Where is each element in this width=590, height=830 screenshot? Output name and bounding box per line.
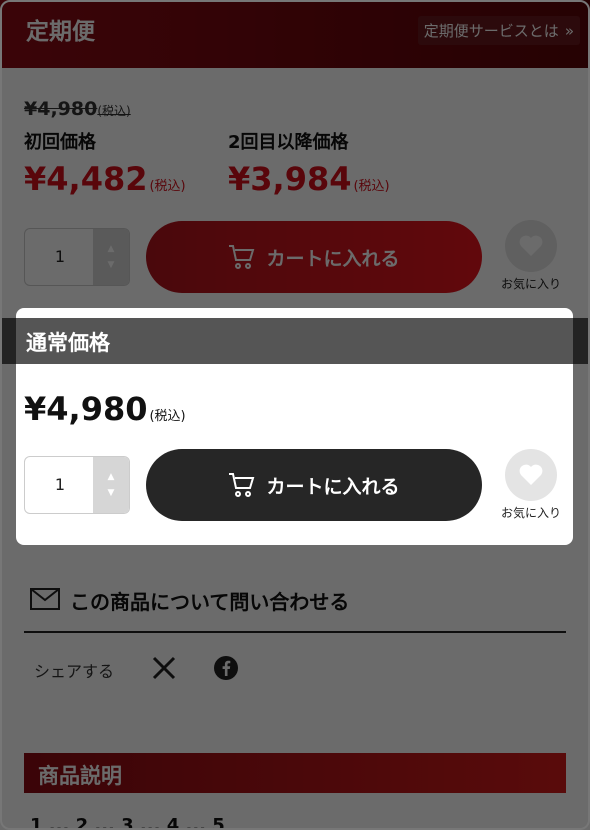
subscription-favorite-button[interactable]: お気に入り	[491, 220, 571, 292]
subscription-quantity-value[interactable]: 1	[25, 229, 95, 285]
subscription-add-to-cart-label: カートに入れる	[266, 247, 400, 270]
description-title: 商品説明	[38, 764, 122, 788]
normal-quantity-stepper[interactable]: 1 ▲ ▼	[24, 456, 130, 514]
first-price-label: 初回価格	[24, 132, 96, 153]
spin-up-icon[interactable]: ▲	[108, 244, 115, 254]
cart-icon	[228, 244, 256, 270]
repeat-price-value: ¥3,984	[228, 160, 352, 198]
spin-up-icon[interactable]: ▲	[108, 472, 115, 482]
normal-price-tax: (税込)	[149, 409, 186, 424]
cart-icon	[228, 472, 256, 498]
original-price-value: ¥4,980	[24, 98, 98, 120]
heart-icon[interactable]	[505, 449, 557, 501]
spin-down-icon[interactable]: ▼	[108, 260, 115, 270]
repeat-price-tax: (税込)	[353, 179, 390, 194]
normal-add-to-cart-button[interactable]: カートに入れる	[146, 449, 482, 521]
subscription-quantity-spinner[interactable]: ▲ ▼	[93, 229, 129, 285]
heart-icon[interactable]	[505, 220, 557, 272]
normal-favorite-label: お気に入り	[500, 506, 561, 520]
normal-quantity-spinner[interactable]: ▲ ▼	[93, 457, 129, 513]
normal-price-value: ¥4,980	[24, 390, 148, 428]
subscription-add-to-cart-button[interactable]: カートに入れる	[146, 221, 482, 293]
subscription-title: 定期便	[26, 19, 95, 45]
subscription-quantity-stepper[interactable]: 1 ▲ ▼	[24, 228, 130, 286]
divider	[24, 631, 566, 633]
facebook-icon[interactable]	[213, 655, 239, 685]
subscription-favorite-label: お気に入り	[500, 277, 561, 291]
subscription-info-link[interactable]: 定期便サービスとは »	[417, 16, 580, 45]
first-price-tax: (税込)	[149, 179, 186, 194]
first-price: ¥4,482 (税込)	[24, 160, 186, 198]
chevron-right-icon: »	[564, 22, 574, 40]
repeat-price-label: 2回目以降価格	[228, 132, 349, 153]
share-label: シェアする	[34, 662, 115, 681]
first-price-value: ¥4,482	[24, 160, 148, 198]
inquiry-label: この商品について問い合わせる	[70, 590, 350, 614]
description-cut-text: 1 ... 2 ... 3 ... 4 ... 5	[30, 815, 225, 830]
mail-icon	[30, 587, 60, 614]
normal-favorite-button[interactable]: お気に入り	[491, 449, 571, 521]
spin-down-icon[interactable]: ▼	[108, 488, 115, 498]
x-logo-icon[interactable]	[151, 655, 177, 685]
subscription-info-link-label: 定期便サービスとは	[423, 22, 559, 40]
normal-quantity-value[interactable]: 1	[25, 457, 95, 513]
original-price: ¥4,980(税込)	[24, 98, 131, 120]
product-page: 定期便 定期便サービスとは» ¥4,980(税込) 初回価格 2回目以降価格 ¥…	[0, 0, 590, 830]
normal-price: ¥4,980 (税込)	[24, 390, 186, 428]
normal-add-to-cart-label: カートに入れる	[266, 475, 400, 498]
normal-price-title: 通常価格	[26, 331, 110, 355]
inquiry-link[interactable]: この商品について問い合わせる	[30, 586, 349, 615]
original-price-tax: (税込)	[97, 104, 131, 118]
repeat-price: ¥3,984 (税込)	[228, 160, 390, 198]
